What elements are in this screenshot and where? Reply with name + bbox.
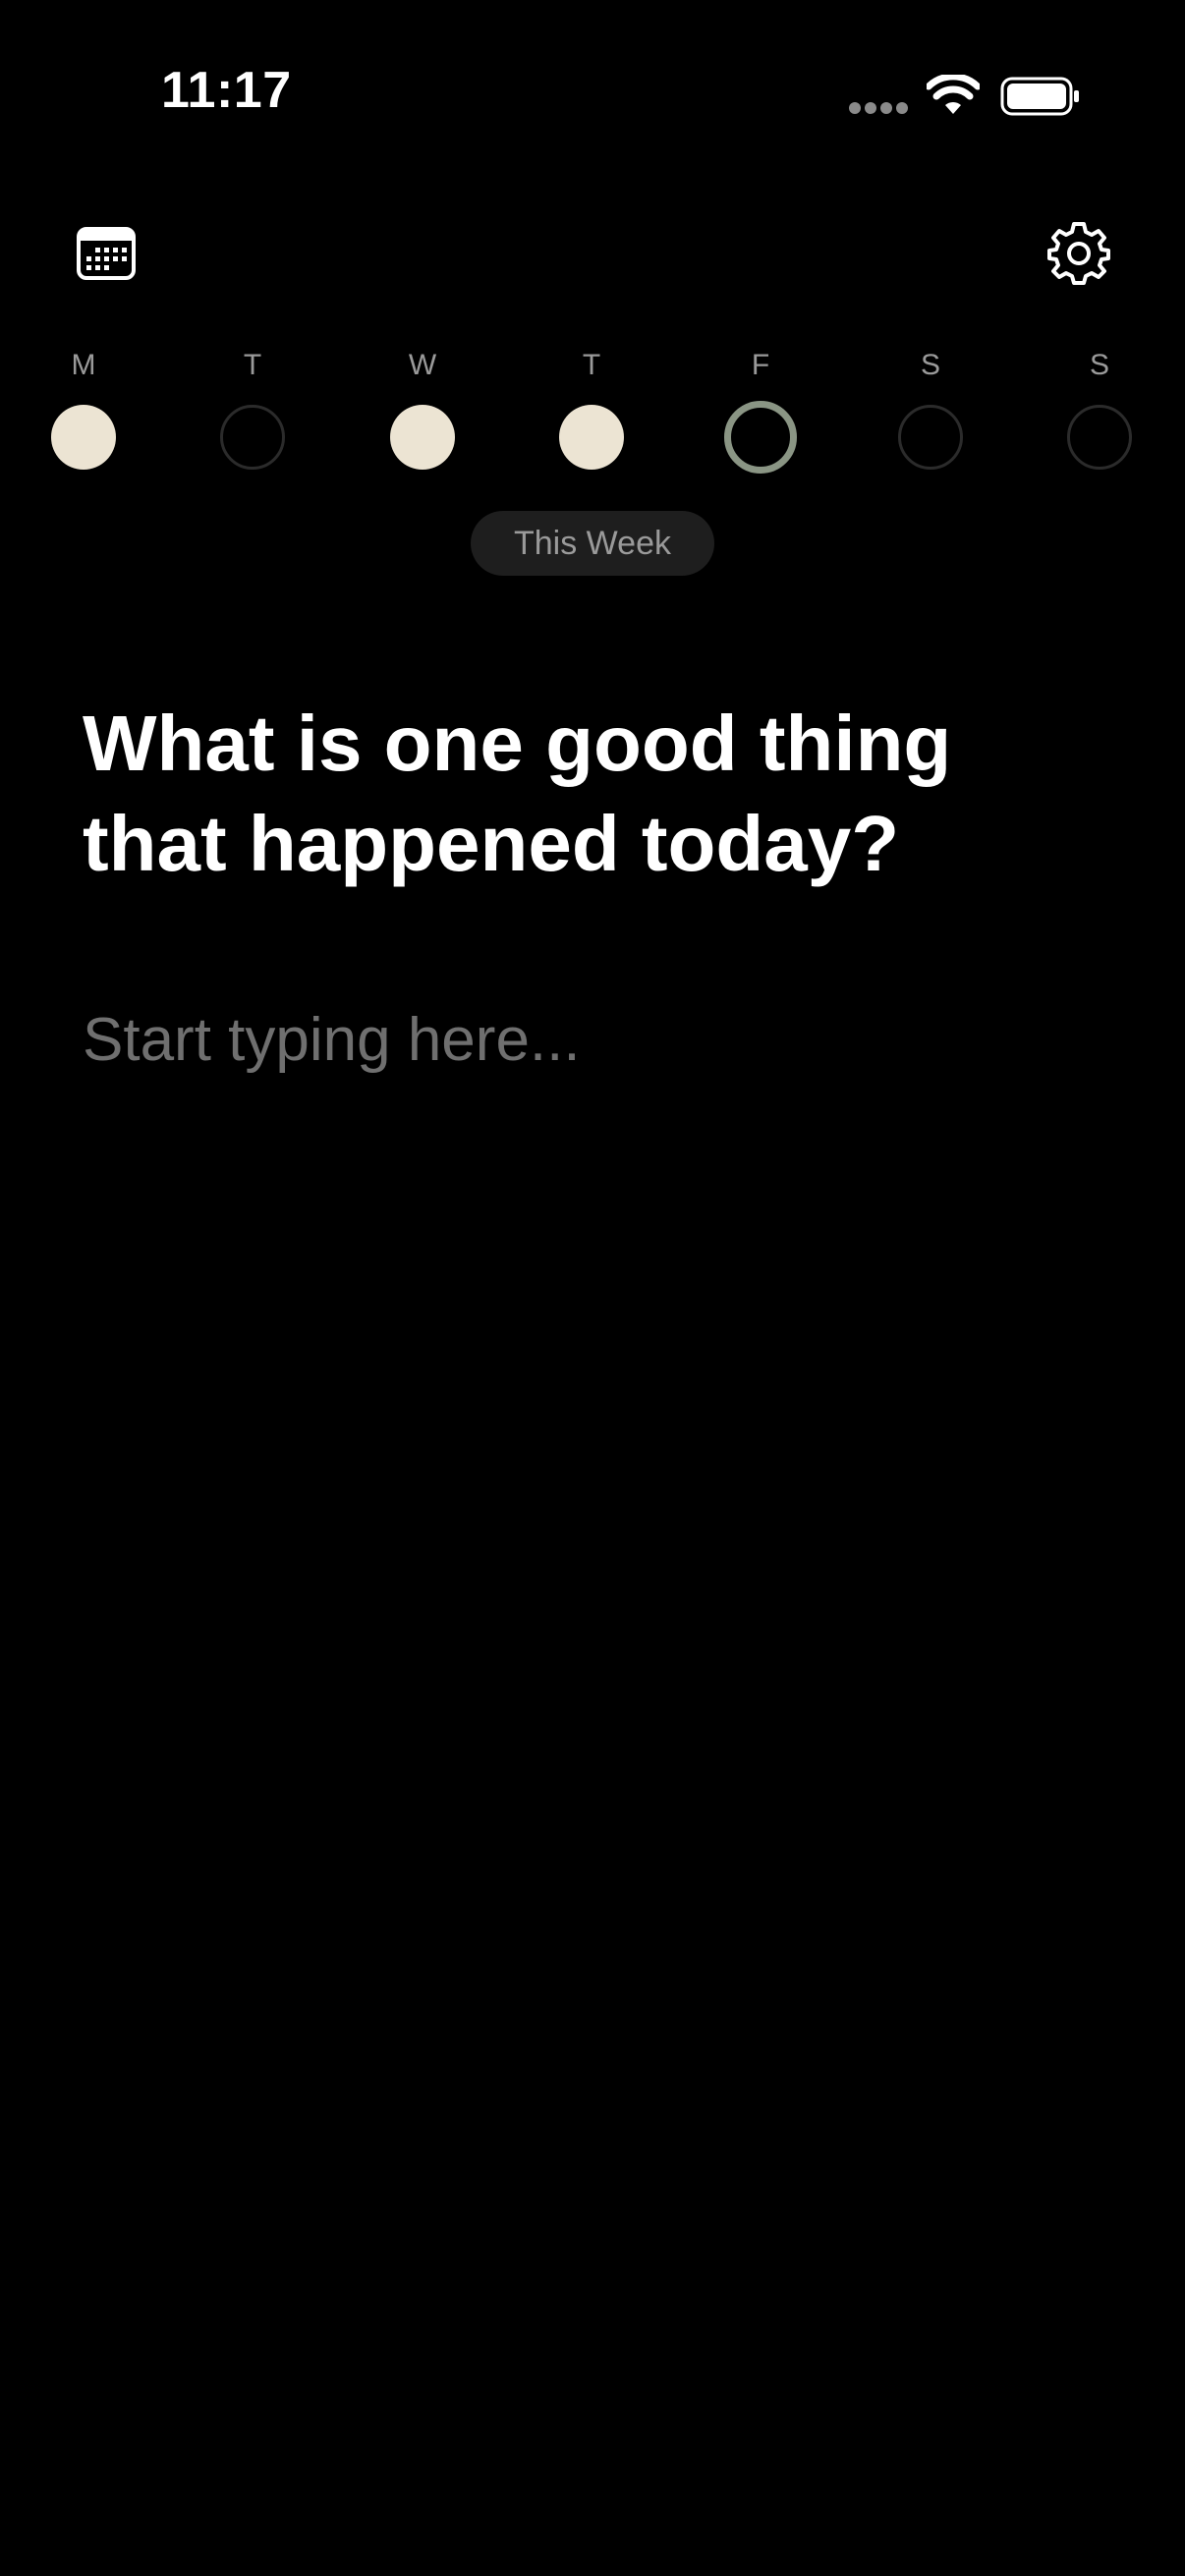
calendar-icon [77, 227, 136, 280]
this-week-button[interactable]: This Week [471, 511, 714, 576]
day-letter: F [751, 349, 770, 381]
day-status-filled [51, 405, 116, 470]
wifi-icon [927, 75, 980, 114]
day-sunday[interactable]: S [1050, 346, 1149, 470]
status-time: 11:17 [161, 62, 292, 119]
day-status-today [724, 401, 797, 474]
day-letter: W [408, 349, 437, 381]
day-status-empty [1067, 405, 1132, 470]
day-saturday[interactable]: S [881, 346, 980, 470]
gear-icon [1047, 222, 1110, 285]
day-letter: T [582, 349, 601, 381]
journal-entry-input[interactable] [83, 990, 1104, 1089]
day-status-filled [559, 405, 624, 470]
day-wednesday[interactable]: W [373, 346, 472, 470]
day-letter: S [1089, 349, 1109, 381]
settings-button[interactable] [1040, 214, 1118, 293]
day-status-empty [898, 405, 963, 470]
day-status-filled [390, 405, 455, 470]
day-status-empty [220, 405, 285, 470]
week-tracker: M T W T F S S [0, 346, 1185, 483]
day-tuesday[interactable]: T [203, 346, 302, 470]
day-letter: S [920, 349, 940, 381]
battery-icon [1000, 77, 1079, 116]
day-letter: M [71, 349, 96, 381]
prompt-question: What is one good thing that happened tod… [83, 700, 952, 887]
calendar-button[interactable] [69, 216, 143, 291]
cellular-signal-icon [849, 102, 908, 114]
day-friday[interactable]: F [711, 346, 810, 474]
day-monday[interactable]: M [34, 346, 133, 470]
day-thursday[interactable]: T [542, 346, 641, 470]
status-bar: 11:17 [0, 0, 1185, 147]
day-letter: T [243, 349, 262, 381]
